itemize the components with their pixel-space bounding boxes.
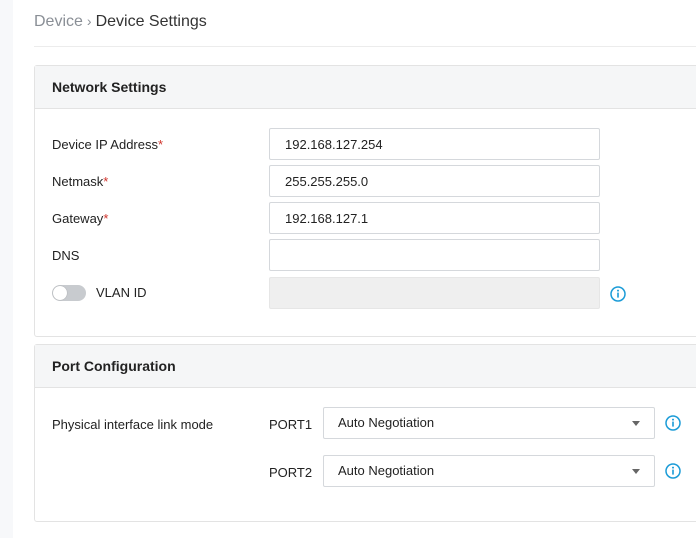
toggle-knob (53, 286, 67, 300)
gateway-label: Gateway* (52, 211, 108, 226)
info-icon[interactable] (665, 415, 681, 431)
breadcrumb: Device › Device Settings (34, 10, 207, 33)
port1-label: PORT1 (269, 417, 313, 432)
dns-input[interactable] (269, 239, 600, 271)
network-settings-card: Network Settings Device IP Address* Netm… (34, 65, 696, 337)
dns-label: DNS (52, 248, 80, 263)
netmask-label-text: Netmask (52, 174, 104, 189)
chevron-down-icon (632, 469, 640, 474)
ip-address-input[interactable] (269, 128, 600, 160)
port2-label: PORT2 (269, 465, 313, 480)
gateway-input[interactable] (269, 202, 600, 234)
port-configuration-title: Port Configuration (35, 345, 696, 388)
gateway-label-text: Gateway (52, 211, 104, 226)
info-icon[interactable] (610, 286, 626, 302)
port1-mode-value: Auto Negotiation (338, 415, 435, 430)
required-mark: * (103, 174, 109, 189)
port1-mode-select[interactable]: Auto Negotiation (323, 407, 655, 439)
breadcrumb-device-link[interactable]: Device (34, 13, 83, 30)
header-divider (34, 46, 696, 47)
netmask-input[interactable] (269, 165, 600, 197)
port2-mode-value: Auto Negotiation (338, 463, 435, 478)
chevron-down-icon (632, 421, 640, 426)
device-settings-page: Device › Device Settings Network Settings … (13, 0, 696, 538)
vlan-id-label: VLAN ID (96, 285, 147, 300)
required-mark: * (157, 137, 164, 152)
vlan-id-input (269, 277, 600, 309)
breadcrumb-separator: › (86, 13, 92, 29)
netmask-label: Netmask* (52, 174, 108, 189)
ip-address-label: Device IP Address* (52, 137, 163, 152)
port2-mode-select[interactable]: Auto Negotiation (323, 455, 655, 487)
link-mode-label: Physical interface link mode (52, 417, 214, 432)
port-configuration-card: Port Configuration Physical interface li… (34, 344, 696, 522)
info-icon[interactable] (665, 463, 681, 479)
ip-address-label-text: Device IP Address (52, 137, 158, 152)
network-settings-title: Network Settings (35, 66, 696, 109)
breadcrumb-current: Device Settings (95, 13, 207, 30)
vlan-toggle[interactable] (52, 285, 86, 301)
required-mark: * (103, 211, 109, 226)
